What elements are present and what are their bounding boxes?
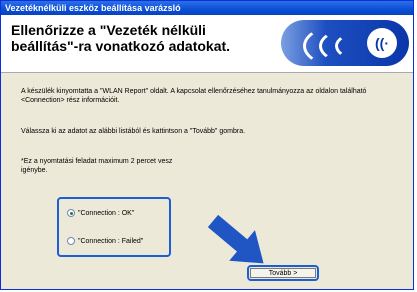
- next-button[interactable]: Tovább >: [250, 268, 316, 278]
- pointer-arrow-icon: [207, 214, 264, 264]
- wizard-window: Vezetéknélküli eszköz beállítása varázsl…: [0, 0, 414, 290]
- next-button-highlight[interactable]: Tovább >: [247, 265, 319, 281]
